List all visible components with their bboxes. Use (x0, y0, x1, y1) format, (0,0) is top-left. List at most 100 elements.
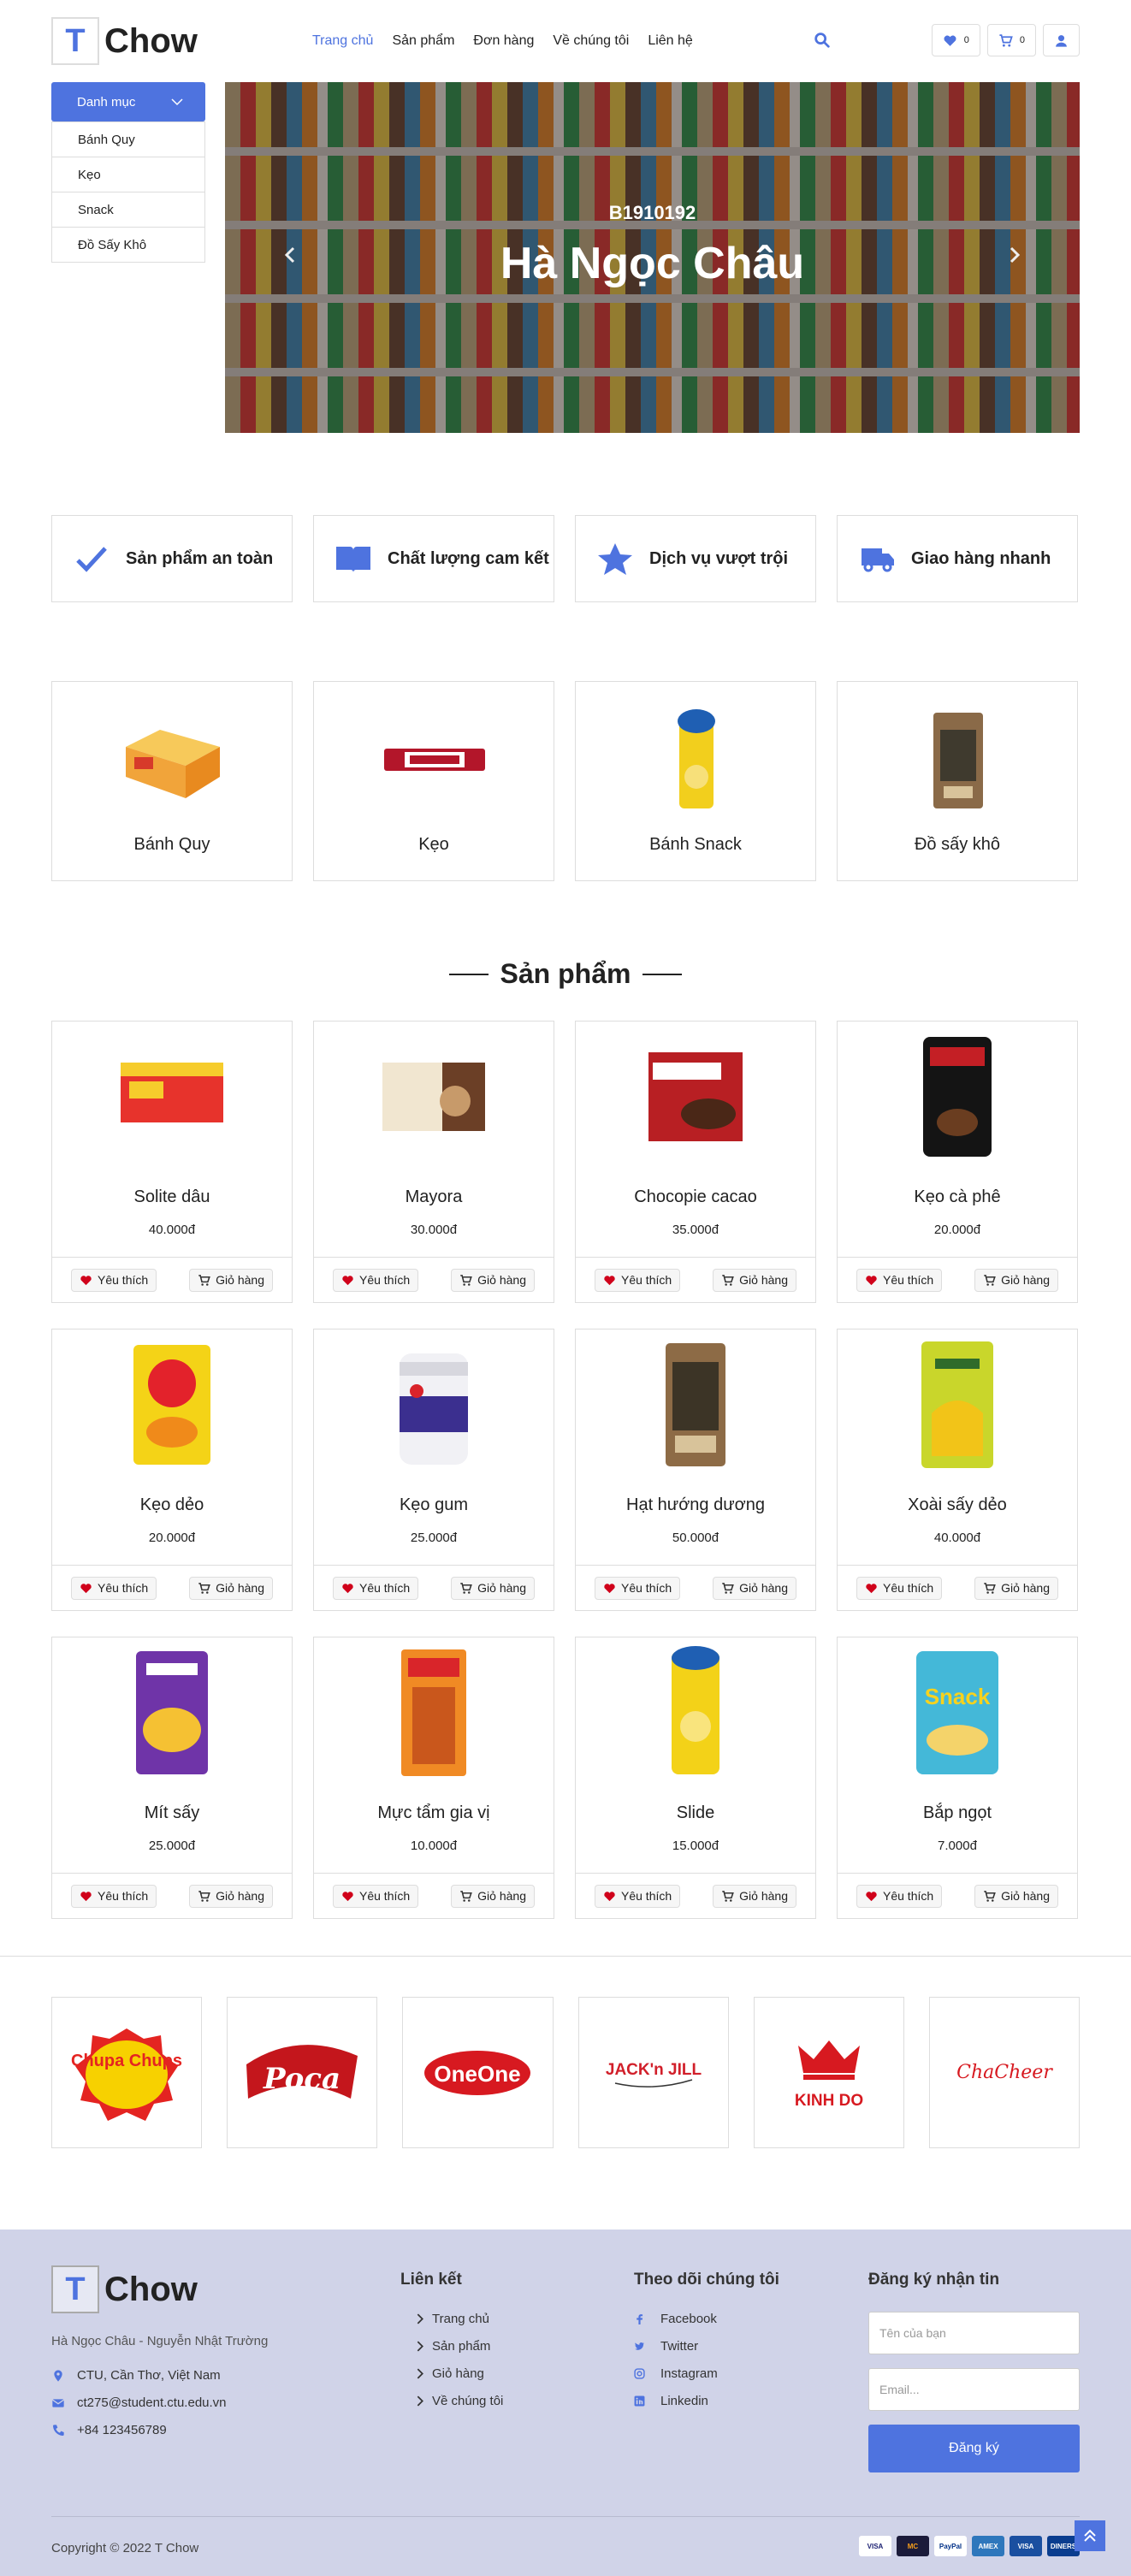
wishlist-button[interactable]: 0 (931, 24, 980, 56)
brand-jack-n-jill[interactable]: JACK'n JILL (577, 1997, 729, 2148)
brand-chacheer[interactable]: ChaCheer (928, 1997, 1081, 2148)
product-body[interactable]: Snack Bắp ngọt 7.000đ (837, 1637, 1078, 1874)
product-card[interactable]: Mít sấy 25.000đ Yêu thích Giỏ hàng (51, 1637, 293, 1919)
subscribe-button[interactable]: Đăng ký (868, 2425, 1080, 2472)
nav-orders[interactable]: Đơn hàng (473, 33, 534, 49)
social-facebook[interactable]: Facebook (634, 2312, 717, 2326)
product-body[interactable]: Slide 15.000đ (575, 1637, 816, 1874)
nav-home[interactable]: Trang chủ (312, 33, 373, 49)
product-name[interactable]: Kẹo dẻo (52, 1495, 292, 1515)
social-instagram[interactable]: Instagram (634, 2366, 718, 2381)
product-card[interactable]: Hạt hướng dương 50.000đ Yêu thích Giỏ hàng (575, 1329, 816, 1611)
add-to-wishlist-button[interactable]: Yêu thích (595, 1268, 681, 1292)
add-to-wishlist-button[interactable]: Yêu thích (333, 1884, 419, 1908)
product-card[interactable]: Solite dâu 40.000đ Yêu thích Giỏ hàng (51, 1021, 293, 1303)
add-to-cart-button[interactable]: Giỏ hàng (974, 1884, 1058, 1908)
product-name[interactable]: Kẹo cà phê (838, 1187, 1077, 1207)
product-card[interactable]: Kẹo gum 25.000đ Yêu thích Giỏ hàng (313, 1329, 554, 1611)
category-item-snack[interactable]: Snack (52, 192, 204, 227)
add-to-wishlist-button[interactable]: Yêu thích (856, 1884, 943, 1908)
brand-chupa-chups[interactable]: Chupa Chups (51, 1997, 203, 2148)
category-card-keo[interactable]: Kẹo (313, 681, 554, 881)
product-body[interactable]: Kẹo gum 25.000đ (313, 1329, 554, 1566)
category-menu-toggle[interactable]: Danh mục (51, 82, 205, 121)
add-to-cart-button[interactable]: Giỏ hàng (713, 1576, 796, 1600)
product-name[interactable]: Slide (576, 1803, 815, 1823)
product-name[interactable]: Kẹo gum (314, 1495, 554, 1515)
product-card[interactable]: Snack Bắp ngọt 7.000đ Yêu thích Giỏ hàng (837, 1637, 1078, 1919)
footer-logo[interactable]: T Chow (51, 2265, 198, 2313)
product-card[interactable]: Mayora 30.000đ Yêu thích Giỏ hàng (313, 1021, 554, 1303)
add-to-cart-button[interactable]: Giỏ hàng (451, 1576, 535, 1600)
add-to-wishlist-button[interactable]: Yêu thích (71, 1884, 157, 1908)
add-to-cart-button[interactable]: Giỏ hàng (713, 1884, 796, 1908)
footer-link-home[interactable]: Trang chủ (414, 2312, 489, 2326)
product-body[interactable]: Kẹo dẻo 20.000đ (51, 1329, 293, 1566)
carousel-next-icon[interactable] (1004, 245, 1024, 265)
product-body[interactable]: Xoài sấy dẻo 40.000đ (837, 1329, 1078, 1566)
carousel-prev-icon[interactable] (281, 245, 301, 265)
category-card-snack[interactable]: Bánh Snack (575, 681, 816, 881)
product-body[interactable]: Mít sấy 25.000đ (51, 1637, 293, 1874)
product-name[interactable]: Xoài sấy dẻo (838, 1495, 1077, 1515)
product-body[interactable]: Solite dâu 40.000đ (51, 1021, 293, 1258)
add-to-cart-button[interactable]: Giỏ hàng (713, 1268, 796, 1292)
product-card[interactable]: Slide 15.000đ Yêu thích Giỏ hàng (575, 1637, 816, 1919)
add-to-cart-button[interactable]: Giỏ hàng (451, 1884, 535, 1908)
product-card[interactable]: Kẹo cà phê 20.000đ Yêu thích Giỏ hàng (837, 1021, 1078, 1303)
add-to-wishlist-button[interactable]: Yêu thích (71, 1576, 157, 1600)
nav-products[interactable]: Sản phẩm (392, 33, 454, 49)
add-to-cart-button[interactable]: Giỏ hàng (189, 1884, 273, 1908)
product-name[interactable]: Bắp ngọt (838, 1803, 1077, 1823)
back-to-top-button[interactable] (1075, 2520, 1105, 2551)
social-twitter[interactable]: Twitter (634, 2339, 698, 2354)
newsletter-email-input[interactable]: Email... (868, 2368, 1080, 2411)
account-button[interactable] (1043, 24, 1080, 56)
category-card-banh-quy[interactable]: Bánh Quy (51, 681, 293, 881)
product-body[interactable]: Mực tẩm gia vị 10.000đ (313, 1637, 554, 1874)
add-to-cart-button[interactable]: Giỏ hàng (189, 1576, 273, 1600)
product-card[interactable]: Mực tẩm gia vị 10.000đ Yêu thích Giỏ hàng (313, 1637, 554, 1919)
footer-link-about[interactable]: Về chúng tôi (414, 2394, 503, 2408)
add-to-wishlist-button[interactable]: Yêu thích (595, 1576, 681, 1600)
product-card[interactable]: Chocopie cacao 35.000đ Yêu thích Giỏ hàng (575, 1021, 816, 1303)
newsletter-name-input[interactable]: Tên của bạn (868, 2312, 1080, 2354)
product-body[interactable]: Kẹo cà phê 20.000đ (837, 1021, 1078, 1258)
add-to-wishlist-button[interactable]: Yêu thích (333, 1576, 419, 1600)
brand-poca[interactable]: Poca (227, 1997, 378, 2148)
add-to-wishlist-button[interactable]: Yêu thích (333, 1268, 419, 1292)
category-item-do-say-kho[interactable]: Đồ Sấy Khô (52, 227, 204, 262)
brand-oneone[interactable]: OneOne (402, 1997, 554, 2148)
footer-link-cart[interactable]: Giỏ hàng (414, 2366, 484, 2381)
footer-link-products[interactable]: Sản phẩm (414, 2339, 490, 2354)
add-to-cart-button[interactable]: Giỏ hàng (974, 1268, 1058, 1292)
product-card[interactable]: Xoài sấy dẻo 40.000đ Yêu thích Giỏ hàng (837, 1329, 1078, 1611)
search-icon[interactable] (813, 31, 832, 50)
product-name[interactable]: Chocopie cacao (576, 1187, 815, 1207)
product-name[interactable]: Mực tẩm gia vị (314, 1803, 554, 1823)
add-to-cart-button[interactable]: Giỏ hàng (974, 1576, 1058, 1600)
category-card-say-kho[interactable]: Đồ sấy khô (837, 681, 1078, 881)
brand-kinh-do[interactable]: KINH DO (753, 1997, 904, 2148)
product-body[interactable]: Hạt hướng dương 50.000đ (575, 1329, 816, 1566)
add-to-cart-button[interactable]: Giỏ hàng (189, 1268, 273, 1292)
product-body[interactable]: Chocopie cacao 35.000đ (575, 1021, 816, 1258)
cart-button[interactable]: 0 (986, 24, 1036, 56)
product-name[interactable]: Hạt hướng dương (576, 1495, 815, 1515)
add-to-wishlist-button[interactable]: Yêu thích (595, 1884, 681, 1908)
product-name[interactable]: Mayora (314, 1187, 554, 1207)
product-name[interactable]: Mít sấy (52, 1803, 292, 1823)
nav-contact[interactable]: Liên hệ (648, 33, 693, 49)
category-item-keo[interactable]: Kẹo (52, 157, 204, 192)
category-item-banh-quy[interactable]: Bánh Quy (52, 121, 204, 157)
product-name[interactable]: Solite dâu (52, 1187, 292, 1207)
social-linkedin[interactable]: Linkedin (634, 2394, 708, 2408)
logo[interactable]: T Chow (51, 17, 198, 65)
product-card[interactable]: Kẹo dẻo 20.000đ Yêu thích Giỏ hàng (51, 1329, 293, 1611)
add-to-wishlist-button[interactable]: Yêu thích (71, 1268, 157, 1292)
add-to-wishlist-button[interactable]: Yêu thích (856, 1268, 943, 1292)
add-to-wishlist-button[interactable]: Yêu thích (856, 1576, 943, 1600)
product-body[interactable]: Mayora 30.000đ (313, 1021, 554, 1258)
nav-about[interactable]: Về chúng tôi (553, 33, 629, 49)
add-to-cart-button[interactable]: Giỏ hàng (451, 1268, 535, 1292)
